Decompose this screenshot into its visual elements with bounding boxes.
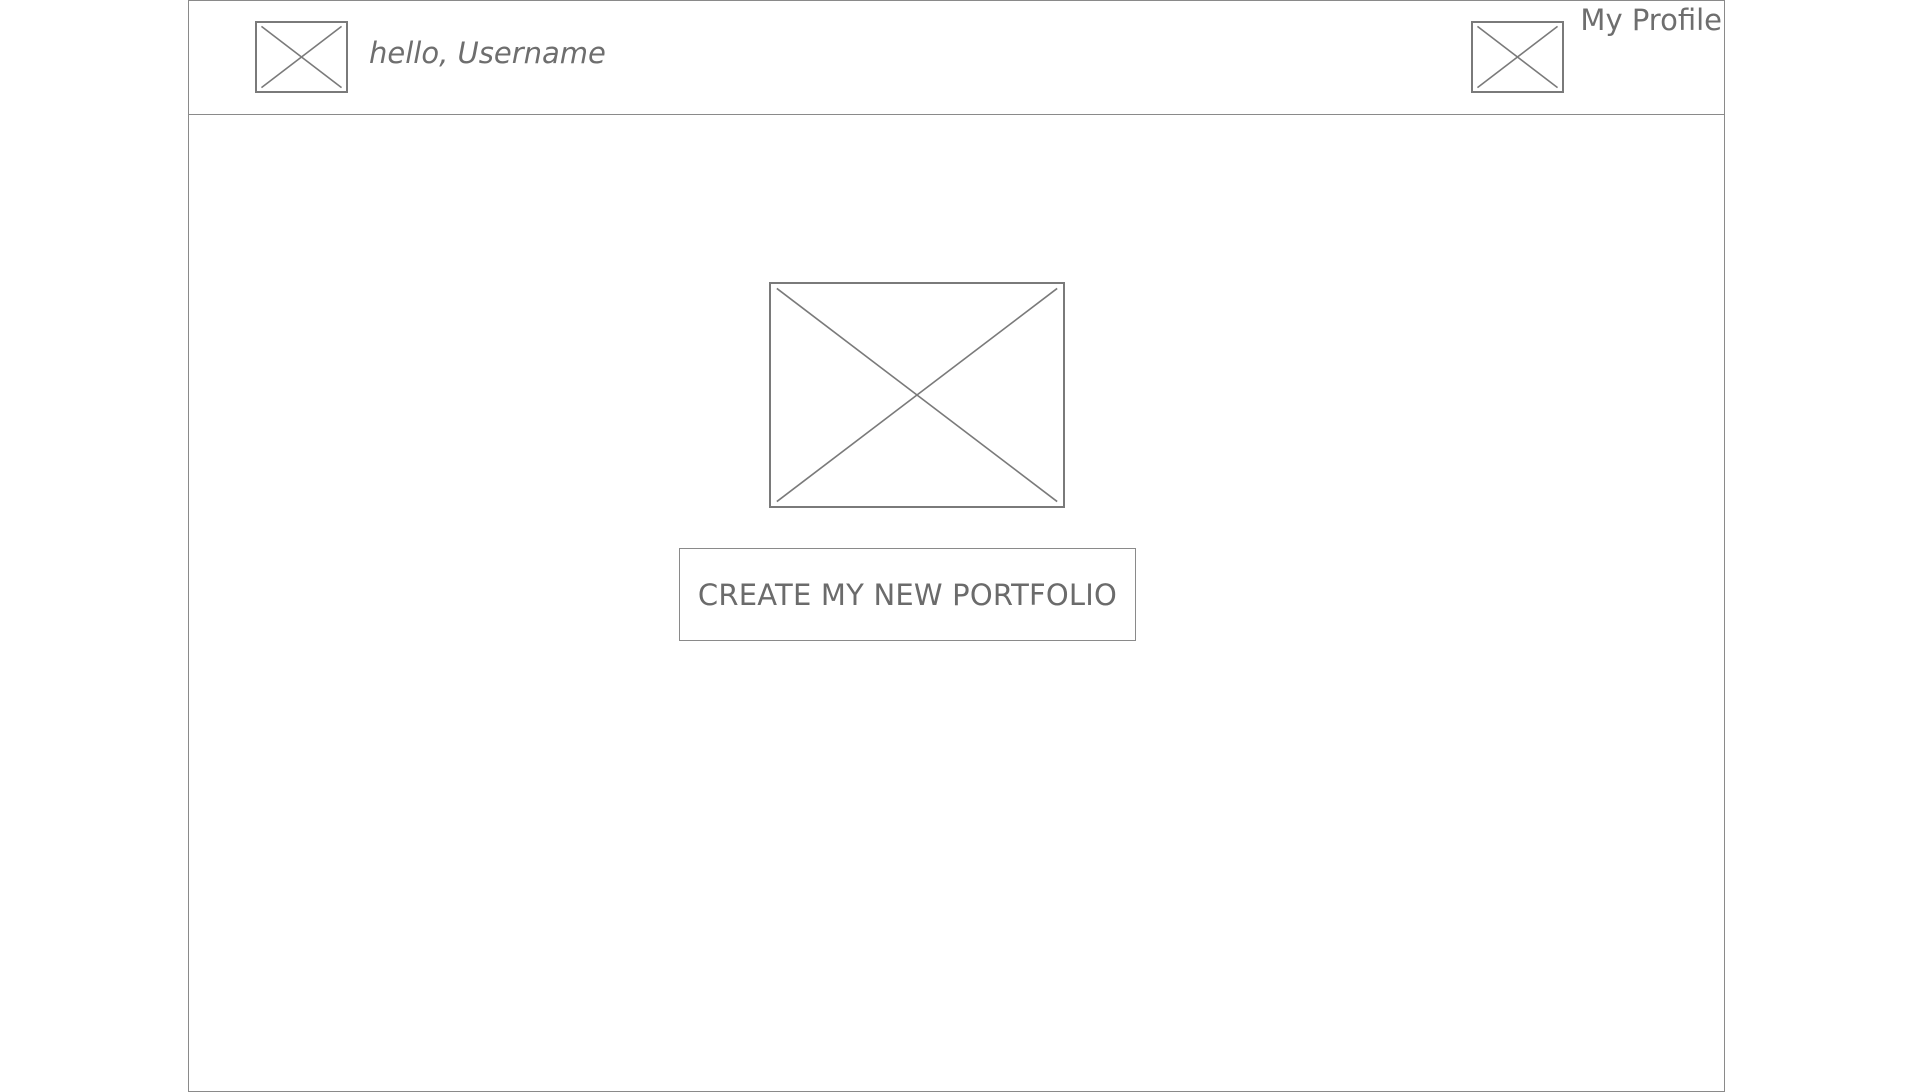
hero-image-placeholder-icon — [769, 282, 1065, 508]
my-profile-link[interactable]: My Profile — [1580, 6, 1722, 35]
create-portfolio-button[interactable]: CREATE MY NEW PORTFOLIO — [679, 548, 1136, 641]
app-window: hello, Username My Profile CREATE MY NEW… — [188, 0, 1725, 1092]
logo-image-placeholder-icon — [255, 21, 348, 93]
avatar-image-placeholder-icon[interactable] — [1471, 21, 1564, 93]
top-header: hello, Username My Profile — [189, 1, 1724, 115]
greeting-text: hello, Username — [369, 36, 606, 70]
